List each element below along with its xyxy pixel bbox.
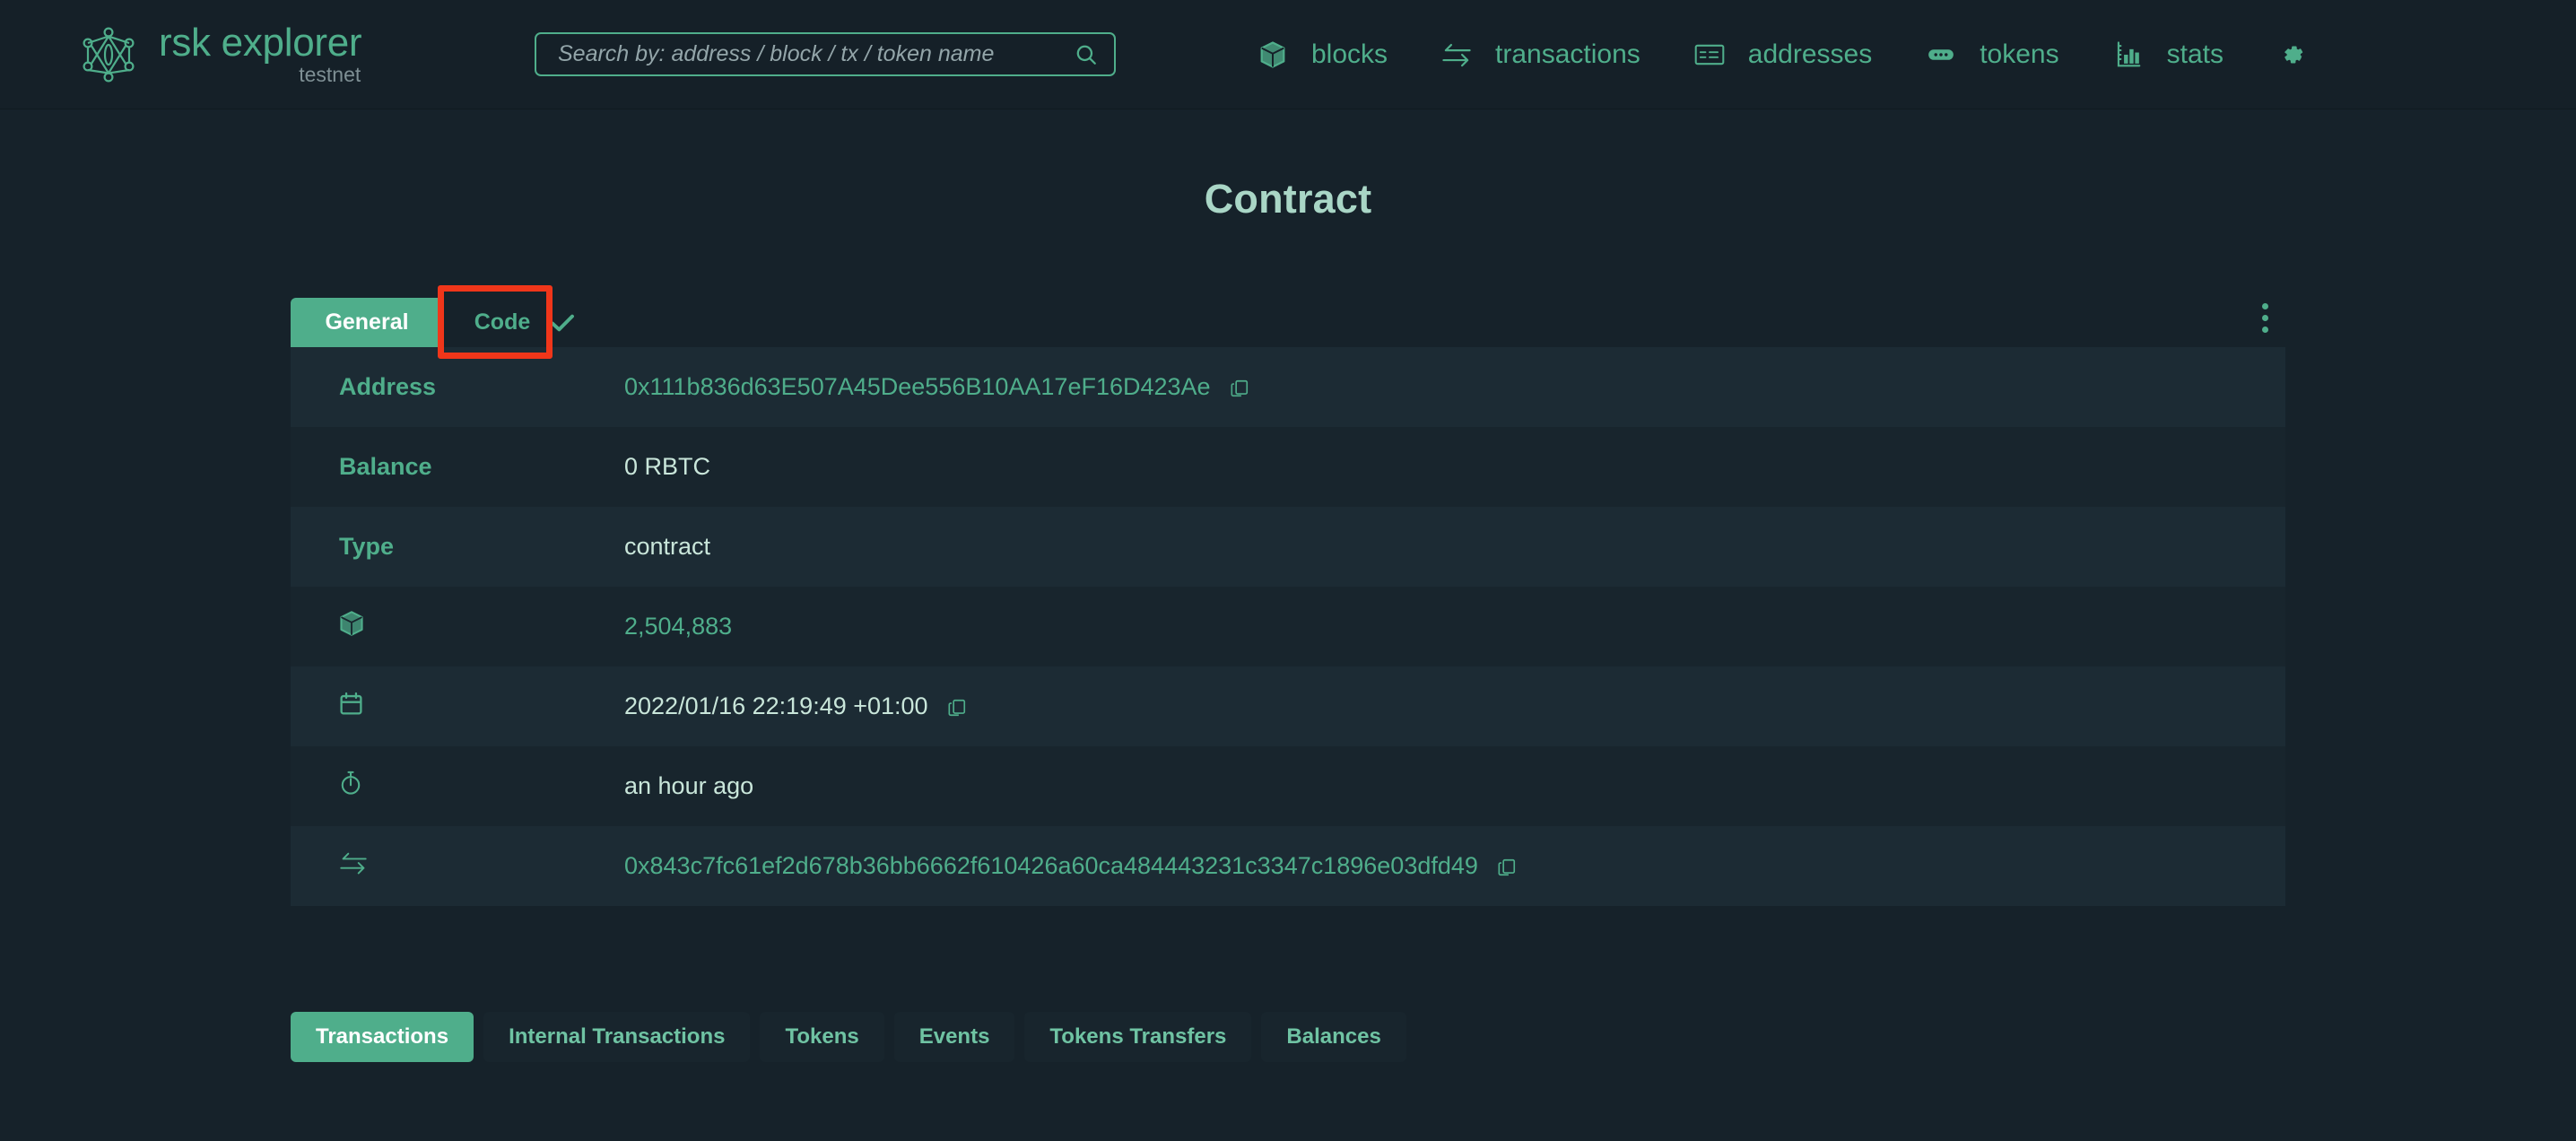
nav-item-addresses[interactable]: addresses [1691, 39, 1872, 70]
row-label-address: Address [339, 373, 437, 400]
section-tab-transactions[interactable]: Transactions [291, 1012, 474, 1062]
stopwatch-icon [339, 770, 362, 797]
row-value-age: an hour ago [624, 772, 754, 799]
contract-tabs: General Code [291, 285, 2285, 359]
token-icon [1922, 47, 1960, 63]
kebab-dot [2261, 314, 2268, 321]
nav-item-blocks[interactable]: blocks [1254, 39, 1388, 70]
swap-arrows-icon [1438, 41, 1475, 68]
check-icon [550, 313, 575, 333]
search-button[interactable] [1058, 34, 1114, 74]
settings-button[interactable] [2274, 41, 2331, 68]
nav-item-stats[interactable]: stats [2110, 39, 2224, 70]
cube-icon [339, 610, 364, 637]
contract-panel: General Code Address 0x111b836d63E507A45… [291, 285, 2285, 1062]
page-title: Contract [1204, 176, 1372, 222]
contract-details-table: Address 0x111b836d63E507A45Dee556B10AA17… [291, 347, 2285, 906]
table-row: Type contract [291, 507, 2285, 587]
swap-arrows-icon [339, 850, 368, 875]
nav-label-addresses: addresses [1747, 39, 1873, 69]
search-bar[interactable] [535, 32, 1116, 76]
timestamp-text: 2022/01/16 22:19:49 +01:00 [624, 692, 928, 719]
row-value-tx[interactable]: 0x843c7fc61ef2d678b36bb6662f610426a60ca4… [622, 826, 2285, 906]
copy-icon[interactable] [1497, 858, 1517, 877]
row-value-block[interactable]: 2,504,883 [622, 587, 2285, 666]
row-value-balance: 0 RBTC [624, 453, 711, 480]
nav-item-tokens[interactable]: tokens [1922, 39, 2059, 70]
section-tab-internal-transactions[interactable]: Internal Transactions [483, 1012, 751, 1062]
cube-icon [1254, 40, 1292, 69]
section-tab-events[interactable]: Events [893, 1012, 1015, 1062]
row-value-type: contract [624, 533, 711, 560]
tab-code-label: Code [474, 309, 531, 335]
section-tab-tokens[interactable]: Tokens [760, 1012, 884, 1062]
rsk-logo-icon [83, 26, 135, 83]
gear-icon [2274, 41, 2311, 68]
section-tabs: Transactions Internal Transactions Token… [291, 1012, 2285, 1062]
nav-label-blocks: blocks [1311, 39, 1388, 69]
tab-code[interactable]: Code [448, 298, 601, 347]
table-row: 2022/01/16 22:19:49 +01:00 [291, 666, 2285, 746]
row-label-balance: Balance [339, 453, 432, 480]
copy-icon[interactable] [1230, 379, 1249, 398]
tab-general-label: General [325, 309, 409, 335]
table-row: 2,504,883 [291, 587, 2285, 666]
address-text: 0x111b836d63E507A45Dee556B10AA17eF16D423… [624, 373, 1211, 400]
card-icon [1691, 42, 1728, 67]
section-tab-tokens-transfers[interactable]: Tokens Transfers [1024, 1012, 1252, 1062]
main-navigation: blocks transactions addresses tokens sta… [1254, 0, 2331, 109]
row-label-tx [291, 826, 622, 906]
row-label-timestamp [291, 666, 622, 746]
nav-label-tokens: tokens [1980, 39, 2059, 69]
bar-chart-icon [2110, 40, 2147, 69]
row-label-type: Type [339, 533, 395, 560]
row-value-address[interactable]: 0x111b836d63E507A45Dee556B10AA17eF16D423… [622, 347, 2285, 427]
table-row: Address 0x111b836d63E507A45Dee556B10AA17… [291, 347, 2285, 427]
overflow-menu-button[interactable] [2244, 292, 2285, 344]
table-row: an hour ago [291, 746, 2285, 826]
row-label-block [291, 587, 622, 666]
section-tab-balances[interactable]: Balances [1261, 1012, 1406, 1062]
nav-item-transactions[interactable]: transactions [1438, 39, 1640, 70]
kebab-dot [2261, 302, 2268, 309]
kebab-dot [2261, 326, 2268, 333]
brand-title: rsk explorer [159, 21, 362, 65]
copy-icon[interactable] [947, 698, 967, 718]
table-row: Balance 0 RBTC [291, 427, 2285, 507]
brand-logo-link[interactable]: rsk explorer testnet [83, 21, 362, 86]
table-row: 0x843c7fc61ef2d678b36bb6662f610426a60ca4… [291, 826, 2285, 906]
tx-hash-text: 0x843c7fc61ef2d678b36bb6662f610426a60ca4… [624, 852, 1478, 879]
site-header: rsk explorer testnet blocks [0, 0, 2576, 109]
tab-general[interactable]: General [291, 298, 443, 347]
brand-subtitle: testnet [299, 63, 361, 86]
nav-label-stats: stats [2166, 39, 2224, 69]
search-input[interactable] [536, 41, 1058, 67]
row-label-age [291, 746, 622, 826]
row-value-timestamp: 2022/01/16 22:19:49 +01:00 [622, 666, 2285, 746]
calendar-icon [339, 691, 363, 717]
nav-label-transactions: transactions [1495, 39, 1640, 69]
